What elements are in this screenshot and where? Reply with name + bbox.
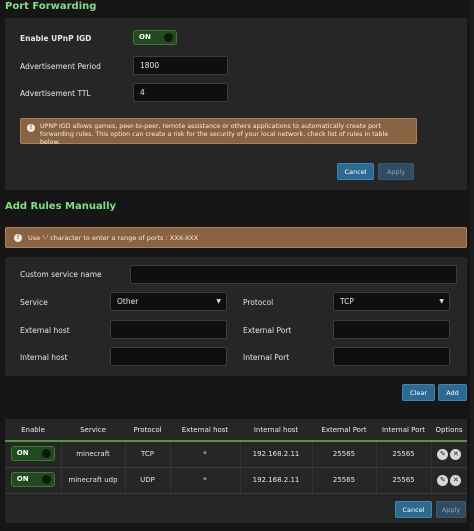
rule-internal-host: 192.168.2.11 — [239, 440, 312, 467]
header-external-port: External Port — [312, 419, 376, 442]
external-host-input[interactable] — [110, 320, 227, 339]
add-button[interactable]: Add — [438, 384, 467, 401]
apply-button[interactable]: Apply — [378, 163, 414, 180]
add-rules-title: Add Rules Manually — [5, 201, 117, 212]
port-forwarding-title: Port Forwarding — [5, 1, 97, 12]
trash-icon[interactable]: ✕ — [450, 448, 462, 460]
external-port-label: External Port — [243, 326, 292, 335]
rule-protocol: TCP — [124, 440, 170, 467]
rule-service: minecraft — [60, 440, 125, 467]
header-enable: Enable — [5, 419, 61, 442]
adv-ttl-input[interactable]: 4 — [133, 83, 228, 102]
table-row: ON minecraft udp UDP * 192.168.2.11 2556… — [5, 466, 467, 493]
external-host-label: External host — [20, 326, 70, 335]
upnp-toggle[interactable]: ON — [133, 30, 177, 45]
info-circle-icon: ! — [14, 234, 22, 242]
upnp-label: Enable UPnP IGD — [20, 34, 92, 43]
header-internal-port: Internal Port — [376, 419, 431, 442]
rule-internal-host: 192.168.2.11 — [239, 466, 312, 493]
rule-service: minecraft udp — [60, 466, 125, 493]
pencil-icon[interactable]: ✎ — [437, 448, 449, 460]
upnp-warning: ! UPNP IGD allows games, peer-to-peer, r… — [20, 118, 417, 146]
internal-port-label: Internal Port — [243, 353, 290, 362]
header-protocol: Protocol — [125, 419, 170, 442]
rule-toggle-label: ON — [16, 474, 29, 483]
protocol-select[interactable]: TCP ▼ — [333, 292, 450, 311]
rules-table: Enable Service Protocol External host In… — [5, 419, 467, 523]
toggle-knob — [41, 448, 51, 458]
toggle-knob — [41, 474, 51, 484]
protocol-label: Protocol — [243, 298, 274, 307]
table-apply-button[interactable]: Apply — [436, 500, 466, 518]
add-rule-form: Custom service name Service Other ▼ Prot… — [5, 257, 467, 376]
rule-protocol: UDP — [124, 466, 170, 493]
pencil-icon[interactable]: ✎ — [437, 474, 449, 486]
rule-toggle-label: ON — [16, 448, 29, 457]
adv-ttl-label: Advertisement TTL — [20, 89, 91, 98]
info-circle-icon: ! — [27, 124, 35, 132]
table-header-row: Enable Service Protocol External host In… — [5, 419, 467, 442]
rule-external-port: 25565 — [311, 466, 376, 493]
adv-period-input[interactable]: 1800 — [133, 56, 228, 75]
internal-host-label: Internal host — [20, 353, 68, 362]
port-range-hint: ! Use '-' character to enter a range of … — [5, 227, 467, 248]
custom-service-label: Custom service name — [20, 270, 102, 279]
rule-internal-port: 25565 — [375, 440, 431, 467]
service-label: Service — [20, 298, 48, 307]
custom-service-input[interactable] — [130, 265, 457, 284]
upnp-warning-text: UPNP IGD allows games, peer-to-peer, rem… — [40, 123, 389, 146]
port-range-hint-text: Use '-' character to enter a range of po… — [28, 234, 199, 242]
rule-external-host: * — [169, 466, 240, 493]
header-internal-host: Internal host — [240, 419, 312, 442]
caret-down-icon: ▼ — [216, 298, 221, 305]
upnp-toggle-label: ON — [139, 33, 151, 41]
page-scrollbar[interactable] — [470, 0, 474, 531]
service-select-value: Other — [117, 297, 139, 306]
clear-button[interactable]: Clear — [402, 384, 435, 401]
service-select[interactable]: Other ▼ — [110, 292, 227, 311]
adv-period-label: Advertisement Period — [20, 62, 101, 71]
trash-icon[interactable]: ✕ — [450, 474, 462, 486]
header-service: Service — [61, 419, 125, 442]
protocol-select-value: TCP — [340, 297, 354, 306]
internal-host-input[interactable] — [110, 347, 227, 366]
internal-port-input[interactable] — [333, 347, 450, 366]
cancel-button[interactable]: Cancel — [337, 163, 374, 180]
caret-down-icon: ▼ — [439, 298, 444, 305]
table-cancel-button[interactable]: Cancel — [395, 500, 432, 518]
rule-external-host: * — [169, 440, 240, 467]
table-row: ON minecraft TCP * 192.168.2.11 25565 25… — [5, 440, 467, 467]
header-options: Options — [431, 419, 467, 442]
rule-enable-toggle[interactable]: ON — [10, 471, 55, 487]
table-footer-row: Cancel Apply — [5, 492, 467, 523]
rule-external-port: 25565 — [311, 440, 376, 467]
port-forwarding-panel: Enable UPnP IGD ON Advertisement Period … — [5, 18, 467, 190]
header-external-host: External host — [170, 419, 240, 442]
rule-enable-toggle[interactable]: ON — [10, 445, 55, 461]
rule-internal-port: 25565 — [375, 466, 431, 493]
toggle-knob — [164, 33, 173, 42]
external-port-input[interactable] — [333, 320, 450, 339]
